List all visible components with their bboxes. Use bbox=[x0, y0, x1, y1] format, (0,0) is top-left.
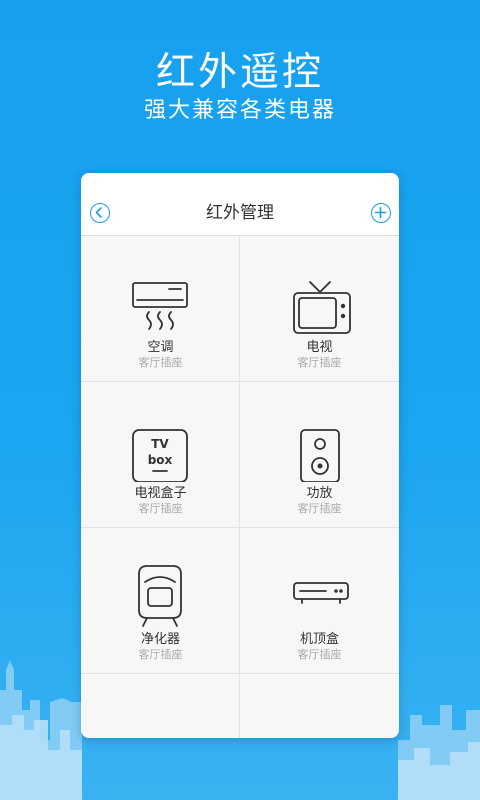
panel-header: 红外管理 bbox=[81, 173, 399, 236]
air-purifier-icon bbox=[138, 565, 182, 627]
device-tile-air-conditioner[interactable]: 空调 客厅插座 bbox=[81, 236, 240, 382]
hero-title: 红外遥控 bbox=[155, 50, 324, 95]
speaker-icon bbox=[300, 429, 340, 482]
device-location: 客厅插座 bbox=[297, 648, 342, 661]
device-tile-amplifier[interactable]: 功放 客厅插座 bbox=[240, 382, 399, 528]
device-name: 功放 bbox=[306, 486, 333, 501]
empty-tile bbox=[81, 674, 240, 738]
device-location: 客厅插座 bbox=[297, 502, 342, 515]
hero-subtitle: 强大兼容各类电器 bbox=[143, 98, 336, 123]
set-top-box-icon bbox=[293, 582, 349, 604]
tv-box-icon-text-top: TV bbox=[151, 437, 169, 451]
air-conditioner-icon bbox=[132, 282, 188, 330]
device-name: 净化器 bbox=[140, 632, 180, 647]
ir-management-panel: 红外管理 空调 客厅插座 电视 客厅插座 TV box 电视盒子 客厅插座 功放… bbox=[81, 173, 399, 738]
tv-icon bbox=[293, 281, 351, 334]
device-name: 空调 bbox=[147, 340, 174, 355]
device-location: 客厅插座 bbox=[297, 356, 342, 369]
empty-tile bbox=[240, 674, 399, 738]
device-location: 客厅插座 bbox=[138, 502, 183, 515]
device-name: 机顶盒 bbox=[299, 632, 339, 647]
tv-box-icon-text-bottom: box bbox=[148, 453, 173, 467]
add-device-button[interactable] bbox=[371, 203, 391, 223]
plus-icon bbox=[374, 206, 387, 219]
device-tile-set-top-box[interactable]: 机顶盒 客厅插座 bbox=[240, 528, 399, 674]
device-tile-air-purifier[interactable]: 净化器 客厅插座 bbox=[81, 528, 240, 674]
device-location: 客厅插座 bbox=[138, 648, 183, 661]
device-tile-tv[interactable]: 电视 客厅插座 bbox=[240, 236, 399, 382]
device-name: 电视盒子 bbox=[134, 486, 187, 501]
device-name: 电视 bbox=[306, 340, 333, 355]
device-tile-tv-box[interactable]: TV box 电视盒子 客厅插座 bbox=[81, 382, 240, 528]
tv-box-icon: TV box bbox=[132, 429, 188, 482]
device-location: 客厅插座 bbox=[138, 356, 183, 369]
panel-title: 红外管理 bbox=[206, 203, 274, 223]
device-grid: 空调 客厅插座 电视 客厅插座 TV box 电视盒子 客厅插座 功放 客厅插座… bbox=[81, 236, 399, 738]
